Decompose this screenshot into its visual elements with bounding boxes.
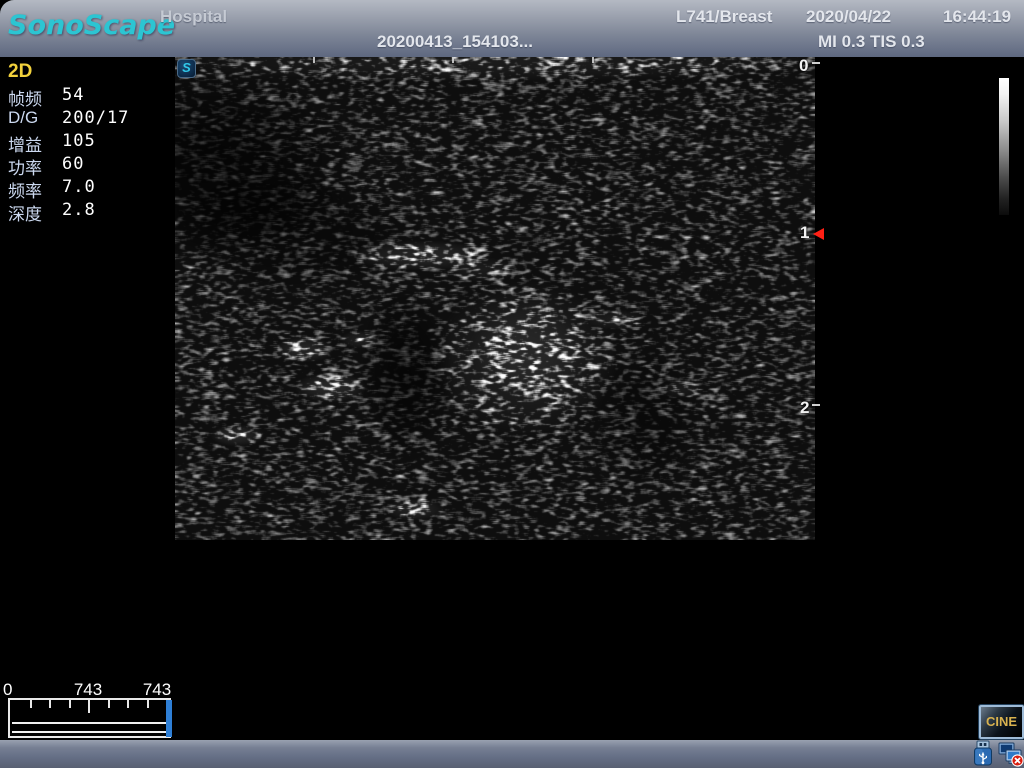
width-scale-tick [452, 57, 454, 63]
cine-review-button[interactable]: CINE [979, 705, 1024, 739]
exam-id: 20200413_154103... [377, 32, 533, 52]
network-disconnected-icon[interactable] [998, 741, 1024, 767]
param-label: 频率 [8, 177, 42, 202]
param-label: 功率 [8, 154, 42, 179]
cine-scrubber-tick [108, 700, 110, 708]
ultrasound-image [175, 57, 815, 540]
param-label: 增益 [8, 131, 42, 156]
param-value: 105 [62, 131, 96, 151]
param-label: 深度 [8, 200, 42, 225]
cine-scrubber-tick [88, 700, 90, 713]
grayscale-map-bar [999, 78, 1009, 215]
cine-scrubber-tick [49, 700, 51, 708]
depth-tick [812, 404, 820, 406]
param-row-gain: 增益 105 [8, 131, 173, 154]
system-date: 2020/04/22 [806, 7, 891, 27]
depth-label-0: 0 [799, 56, 808, 76]
cine-scrubber-tick [69, 700, 71, 708]
depth-tick [812, 62, 820, 64]
param-value: 54 [62, 85, 84, 105]
param-row-power: 功率 60 [8, 154, 173, 177]
taskbar [0, 740, 1024, 768]
width-scale-tick [313, 57, 315, 63]
cine-start-frame: 0 [3, 680, 47, 700]
cine-scrubber[interactable] [8, 698, 171, 738]
cine-current-frame: 743 [66, 680, 110, 700]
ultrasound-app-screen: SonoScape Hospital L741/Breast 2020/04/2… [0, 0, 1024, 768]
cine-scrubber-handle[interactable] [166, 700, 172, 737]
depth-label-2: 2 [800, 398, 809, 418]
param-value: 2.8 [62, 200, 96, 220]
param-label: D/G [8, 108, 38, 128]
header-bar: SonoScape Hospital L741/Breast 2020/04/2… [0, 0, 1024, 57]
usb-icon[interactable] [970, 740, 996, 766]
param-label: 帧频 [8, 85, 42, 110]
cine-scrubber-track [12, 722, 167, 733]
param-row-framerate: 帧频 54 [8, 85, 173, 108]
param-value: 60 [62, 154, 84, 174]
cine-scrubber-tick [127, 700, 129, 708]
width-scale-tick [592, 57, 594, 63]
hospital-name: Hospital [160, 7, 227, 27]
param-row-frequency: 频率 7.0 [8, 177, 173, 200]
param-value: 200/17 [62, 108, 129, 128]
param-row-depth: 深度 2.8 [8, 200, 173, 223]
probe-orientation-marker: S [177, 59, 196, 78]
imaging-mode-label: 2D [8, 61, 32, 83]
cine-total-frames: 743 [135, 680, 179, 700]
focus-position-marker [813, 228, 824, 240]
cine-scrubber-tick [30, 700, 32, 708]
param-row-dynamic-range: D/G 200/17 [8, 108, 173, 131]
probe-preset: L741/Breast [676, 7, 772, 27]
acoustic-indices: MI 0.3 TIS 0.3 [818, 32, 925, 52]
cine-scrubber-tick [147, 700, 149, 708]
depth-label-1: 1 [800, 223, 809, 243]
sonoscape-logo: SonoScape [8, 10, 175, 41]
param-value: 7.0 [62, 177, 96, 197]
system-time: 16:44:19 [943, 7, 1011, 27]
